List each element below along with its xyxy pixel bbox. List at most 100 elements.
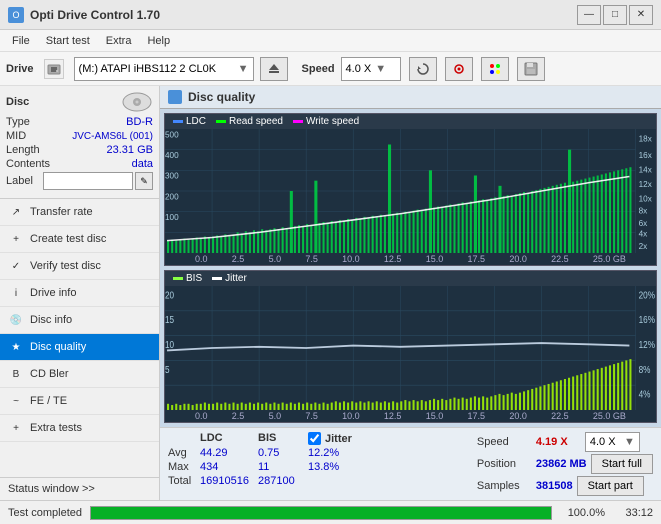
sidebar-item-drive-info[interactable]: i Drive info: [0, 280, 159, 307]
bottom-chart-x-axis: 0.0 2.5 5.0 7.5 10.0 12.5 15.0 17.5 20.0…: [165, 410, 656, 422]
disc-panel: Disc Type BD-R MID JVC-AMS6L (001) Lengt…: [0, 86, 159, 199]
disc-label-row: Label ✎: [6, 172, 153, 190]
jitter-col-header: Jitter: [325, 433, 385, 445]
disc-quality-icon: ★: [8, 339, 24, 355]
svg-text:4x: 4x: [639, 229, 649, 238]
title-bar: O Opti Drive Control 1.70 — □ ✕: [0, 0, 661, 30]
chart-header: Disc quality: [160, 86, 661, 109]
speed-stat-label: Speed: [477, 436, 532, 448]
menu-start-test[interactable]: Start test: [38, 33, 98, 49]
bottom-chart-area: 20% 16% 12% 8% 4% 20 15 10 5: [165, 286, 656, 410]
chart-title-icon: [168, 90, 182, 104]
stats-max-row: Max 434 11 13.8%: [168, 461, 385, 473]
sidebar-item-verify-test-disc[interactable]: ✓ Verify test disc: [0, 253, 159, 280]
start-full-button[interactable]: Start full: [591, 454, 653, 474]
sidebar-item-extra-tests[interactable]: + Extra tests: [0, 415, 159, 442]
progress-text: 100.0%: [560, 507, 605, 519]
jitter-max: 13.8%: [308, 461, 339, 473]
write-speed-legend-label: Write speed: [306, 116, 359, 127]
top-chart-legend: LDC Read speed Write speed: [165, 114, 656, 129]
verify-test-disc-icon: ✓: [8, 258, 24, 274]
cd-bler-label: CD Bler: [30, 368, 69, 380]
top-chart-x-axis: 0.0 2.5 5.0 7.5 10.0 12.5 15.0 17.5 20.0…: [165, 253, 656, 265]
create-test-disc-icon: +: [8, 231, 24, 247]
bis-avg: 0.75: [258, 447, 308, 459]
minimize-button[interactable]: —: [577, 5, 601, 25]
svg-text:200: 200: [165, 192, 179, 201]
read-speed-legend: Read speed: [216, 116, 283, 127]
sidebar-item-create-test-disc[interactable]: + Create test disc: [0, 226, 159, 253]
svg-text:400: 400: [165, 151, 179, 160]
speed-select-display[interactable]: 4.0 X ▼: [585, 432, 640, 452]
drive-label: Drive: [6, 63, 34, 75]
sidebar-item-disc-info[interactable]: 💿 Disc info: [0, 307, 159, 334]
top-chart-area: 18x 16x 14x 12x 10x 8x 6x 4x 2x 500 400 …: [165, 129, 656, 253]
menu-help[interactable]: Help: [139, 33, 178, 49]
drive-selector[interactable]: (M:) ATAPI iHBS112 2 CL0K ▼: [74, 57, 254, 81]
transfer-rate-label: Transfer rate: [30, 206, 93, 218]
drive-info-label: Drive info: [30, 287, 76, 299]
speed-stat-value: 4.19 X: [536, 436, 581, 448]
ldc-total: 16910516: [200, 475, 258, 487]
bis-total: 287100: [258, 475, 308, 487]
bis-col-header: BIS: [258, 432, 308, 445]
position-label: Position: [477, 458, 532, 470]
maximize-button[interactable]: □: [603, 5, 627, 25]
stats-avg-row: Avg 44.29 0.75 12.2%: [168, 447, 385, 459]
jitter-checkbox[interactable]: [308, 432, 321, 445]
refresh-button[interactable]: [409, 57, 437, 81]
content-area: Disc quality LDC Read speed: [160, 86, 661, 500]
svg-text:20%: 20%: [639, 290, 655, 301]
mid-value: JVC-AMS6L (001): [72, 131, 153, 142]
disc-mid-row: MID JVC-AMS6L (001): [6, 130, 153, 142]
eject-button[interactable]: [260, 57, 288, 81]
label-input[interactable]: [43, 172, 133, 190]
svg-text:10x: 10x: [639, 194, 653, 203]
jitter-legend-dot: [212, 277, 222, 280]
start-part-button[interactable]: Start part: [577, 476, 644, 496]
avg-label: Avg: [168, 447, 200, 459]
svg-text:500: 500: [165, 130, 179, 139]
status-window-label: Status window >>: [8, 483, 95, 495]
write-speed-legend: Write speed: [293, 116, 359, 127]
close-button[interactable]: ✕: [629, 5, 653, 25]
bis-legend-label: BIS: [186, 273, 202, 284]
sidebar-item-fe-te[interactable]: ~ FE / TE: [0, 388, 159, 415]
drive-icon: [44, 59, 64, 79]
stats-total-row: Total 16910516 287100: [168, 475, 385, 487]
label-field-label: Label: [6, 175, 33, 187]
sidebar: Disc Type BD-R MID JVC-AMS6L (001) Lengt…: [0, 86, 160, 500]
jitter-header-row: Jitter: [308, 432, 385, 445]
cd-bler-icon: B: [8, 366, 24, 382]
svg-text:8x: 8x: [639, 207, 649, 216]
drive-info-icon: i: [8, 285, 24, 301]
status-window-button[interactable]: Status window >>: [0, 477, 159, 500]
sidebar-item-cd-bler[interactable]: B CD Bler: [0, 361, 159, 388]
svg-text:8%: 8%: [639, 364, 651, 375]
fe-te-icon: ~: [8, 393, 24, 409]
palette-button[interactable]: [481, 57, 509, 81]
label-edit-button[interactable]: ✎: [135, 172, 153, 190]
position-value: 23862 MB: [536, 458, 587, 470]
samples-row: Samples 381508 Start part: [477, 476, 653, 496]
transfer-rate-icon: ↗: [8, 204, 24, 220]
bis-legend: BIS: [173, 273, 202, 284]
svg-text:15: 15: [165, 314, 174, 325]
settings-button[interactable]: [445, 57, 473, 81]
sidebar-item-transfer-rate[interactable]: ↗ Transfer rate: [0, 199, 159, 226]
bis-legend-dot: [173, 277, 183, 280]
save-button[interactable]: [517, 57, 545, 81]
status-text: Test completed: [8, 507, 82, 519]
sidebar-item-disc-quality[interactable]: ★ Disc quality: [0, 334, 159, 361]
main-layout: Disc Type BD-R MID JVC-AMS6L (001) Lengt…: [0, 86, 661, 500]
svg-text:18x: 18x: [639, 134, 653, 143]
speed-selector[interactable]: 4.0 X ▼: [341, 57, 401, 81]
svg-text:14x: 14x: [639, 165, 653, 174]
menu-extra[interactable]: Extra: [98, 33, 140, 49]
window-controls: — □ ✕: [577, 5, 653, 25]
disc-contents-row: Contents data: [6, 158, 153, 170]
ldc-max: 434: [200, 461, 258, 473]
chart-title: Disc quality: [188, 90, 255, 104]
progress-bar-fill: [91, 507, 551, 519]
menu-file[interactable]: File: [4, 33, 38, 49]
